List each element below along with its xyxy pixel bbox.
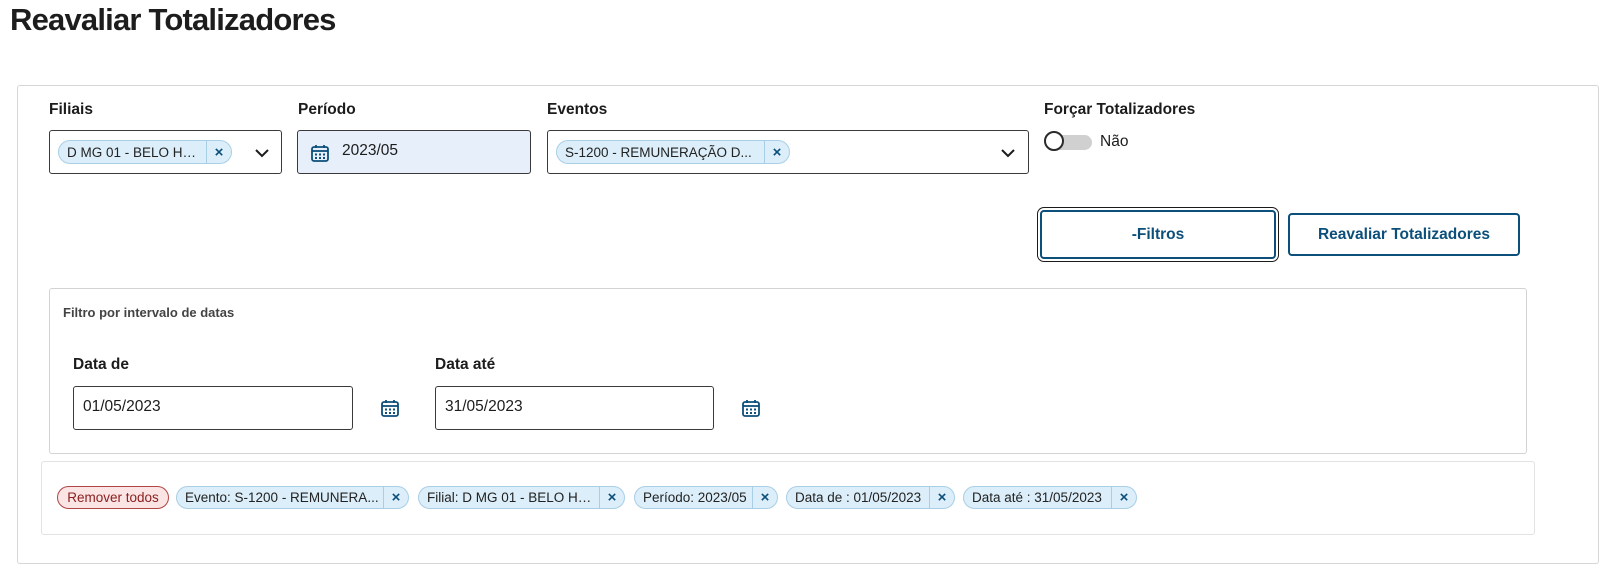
- eventos-multiselect[interactable]: S-1200 - REMUNERAÇÃO D... ×: [547, 130, 1029, 174]
- data-ate-label: Data até: [435, 356, 496, 373]
- filter-tag-periodo: Período: 2023/05 ×: [634, 486, 778, 509]
- filter-tag-data-ate: Data até : 31/05/2023 ×: [963, 486, 1137, 509]
- filtros-button[interactable]: -Filtros: [1040, 210, 1276, 259]
- date-filter-title: Filtro por intervalo de datas: [63, 305, 235, 320]
- periodo-value: 2023/05: [342, 142, 399, 159]
- filter-tag-evento-close-icon[interactable]: ×: [383, 487, 408, 508]
- forcar-totalizadores-state: Não: [1100, 133, 1129, 150]
- calendar-icon[interactable]: [310, 143, 330, 163]
- filiais-chip-label: D MG 01 - BELO HOR: [67, 144, 203, 160]
- remove-all-filters-button[interactable]: Remover todos: [57, 486, 169, 509]
- filter-tag-evento: Evento: S-1200 - REMUNERA... ×: [176, 486, 409, 509]
- data-de-input[interactable]: 01/05/2023: [73, 386, 353, 430]
- eventos-chevron-down-icon[interactable]: [999, 144, 1017, 162]
- eventos-chip: S-1200 - REMUNERAÇÃO D... ×: [556, 140, 790, 164]
- filter-tag-data-de: Data de : 01/05/2023 ×: [786, 486, 955, 509]
- data-de-calendar-icon[interactable]: [380, 398, 400, 418]
- reavaliar-totalizadores-button[interactable]: Reavaliar Totalizadores: [1288, 213, 1520, 256]
- page-title: Reavaliar Totalizadores: [10, 2, 336, 37]
- data-ate-input[interactable]: 31/05/2023: [435, 386, 714, 430]
- data-de-value: 01/05/2023: [83, 398, 161, 415]
- eventos-chip-label: S-1200 - REMUNERAÇÃO D...: [565, 144, 752, 160]
- filter-tag-filial-close-icon[interactable]: ×: [599, 487, 624, 508]
- periodo-input[interactable]: 2023/05: [297, 130, 531, 174]
- filter-tag-label: Data até : 31/05/2023: [972, 490, 1102, 505]
- filiais-chip-remove-icon[interactable]: ×: [206, 141, 231, 163]
- forcar-totalizadores-switch[interactable]: [1044, 131, 1092, 152]
- filter-tag-filial: Filial: D MG 01 - BELO HOR ×: [418, 486, 625, 509]
- filter-tag-label: Filial: D MG 01 - BELO HOR: [427, 490, 599, 505]
- switch-knob: [1044, 131, 1064, 151]
- filter-tag-data-ate-close-icon[interactable]: ×: [1111, 487, 1136, 508]
- filter-tag-label: Data de : 01/05/2023: [795, 490, 922, 505]
- data-ate-value: 31/05/2023: [445, 398, 523, 415]
- eventos-label: Eventos: [547, 101, 608, 118]
- data-de-label: Data de: [73, 356, 129, 373]
- periodo-label: Período: [298, 101, 356, 118]
- filiais-multiselect[interactable]: D MG 01 - BELO HOR ×: [49, 130, 282, 174]
- forcar-totalizadores-label: Forçar Totalizadores: [1044, 101, 1196, 118]
- filiais-chevron-down-icon[interactable]: [253, 144, 271, 162]
- filter-tag-label: Evento: S-1200 - REMUNERA...: [185, 490, 379, 505]
- filiais-label: Filiais: [49, 101, 93, 118]
- filter-tag-data-de-close-icon[interactable]: ×: [929, 487, 954, 508]
- filiais-chip: D MG 01 - BELO HOR ×: [58, 140, 232, 164]
- filter-tag-periodo-close-icon[interactable]: ×: [752, 487, 777, 508]
- filter-tag-label: Período: 2023/05: [643, 490, 747, 505]
- eventos-chip-remove-icon[interactable]: ×: [764, 141, 789, 163]
- data-ate-calendar-icon[interactable]: [741, 398, 761, 418]
